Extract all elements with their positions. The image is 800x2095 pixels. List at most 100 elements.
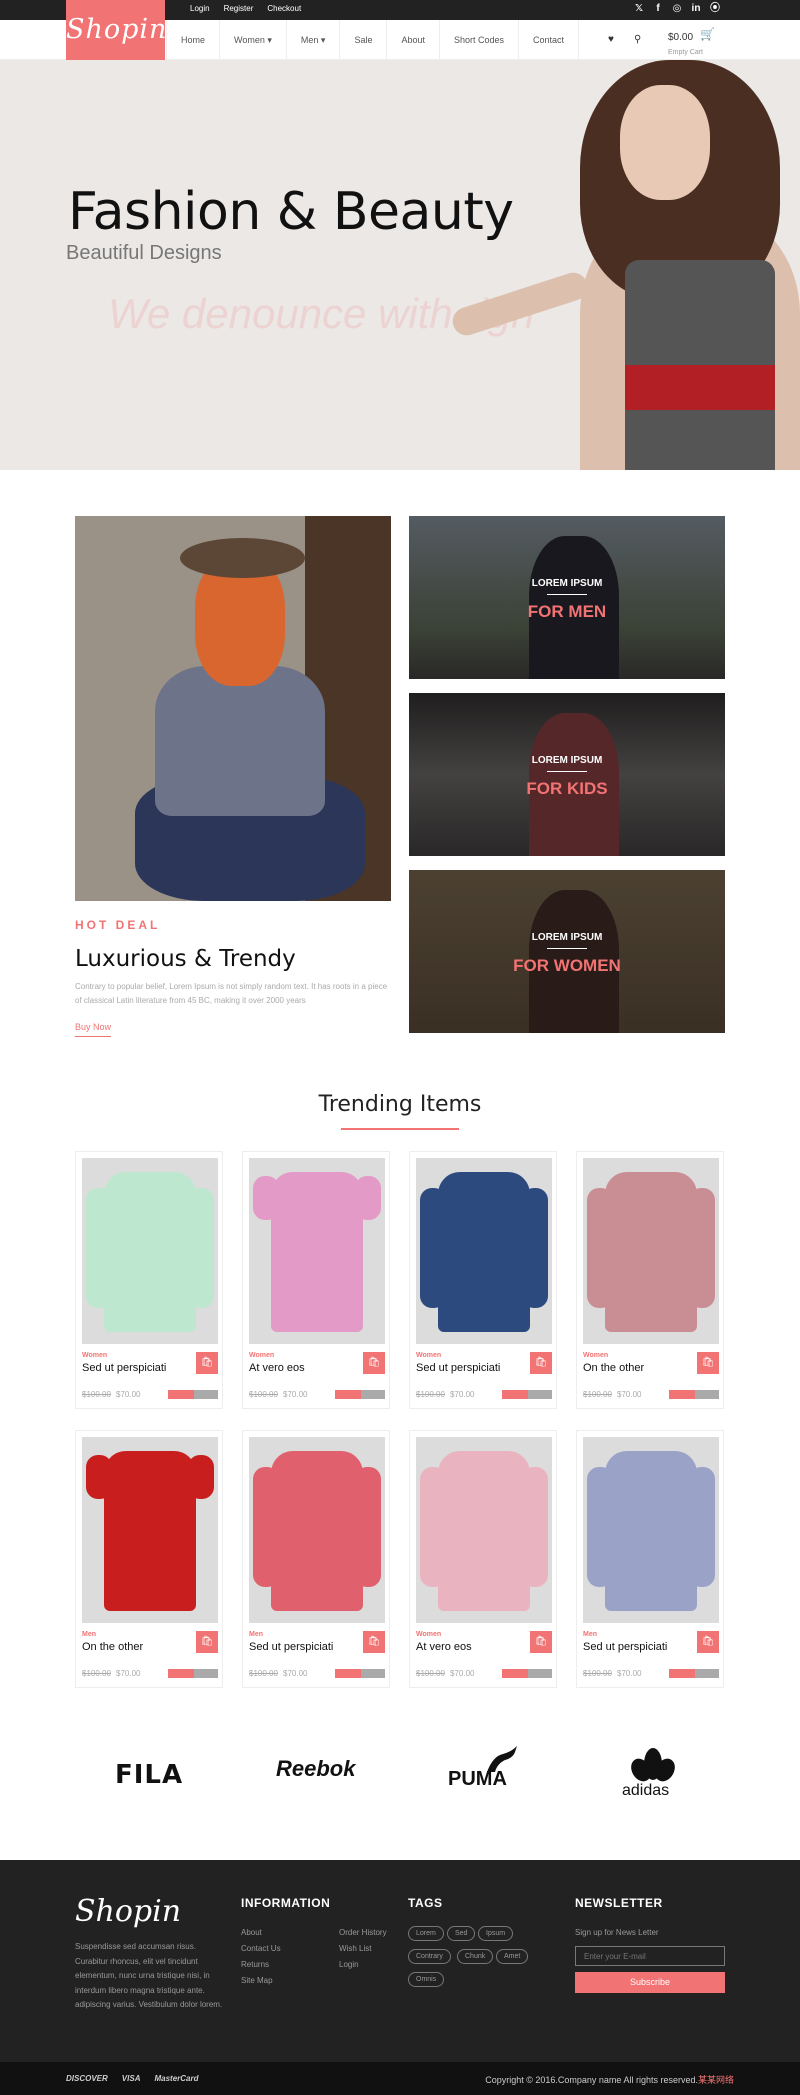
newsletter-email-input[interactable] <box>575 1946 725 1966</box>
product-name[interactable]: Sed ut perspiciati <box>416 1362 500 1374</box>
product-category: Men <box>82 1631 96 1638</box>
footer: Shopin Suspendisse sed accumsan risus. C… <box>0 1860 800 2062</box>
product-category: Men <box>249 1631 263 1638</box>
product-image[interactable] <box>416 1437 552 1623</box>
shopping-bag-icon: 🛍 <box>200 1357 214 1368</box>
add-to-cart-button[interactable]: 🛍 <box>363 1352 385 1374</box>
copyright-link[interactable]: 某某网络 <box>698 2075 734 2085</box>
cart[interactable]: $0.00 🛒 Empty Cart <box>668 27 715 56</box>
copyright: Copyright © 2016.Company name All rights… <box>485 2073 734 2086</box>
product-name[interactable]: On the other <box>82 1641 143 1653</box>
add-to-cart-button[interactable]: 🛍 <box>697 1352 719 1374</box>
account-links: Login Register Checkout <box>190 4 301 13</box>
product-image[interactable] <box>249 1437 385 1623</box>
product-card[interactable]: Men Sed ut perspiciati 🛍 $100.00 $70.00 <box>576 1430 724 1688</box>
search-icon[interactable]: ⚲ <box>634 34 641 45</box>
brand-logos: FILA Reebok PUMA adidas <box>0 1746 800 1806</box>
category-big-label: FOR MEN <box>527 602 607 621</box>
add-to-cart-button[interactable]: 🛍 <box>530 1352 552 1374</box>
menu-item-men[interactable]: Men ▾ <box>285 20 340 60</box>
product-name[interactable]: Sed ut perspiciati <box>249 1641 333 1653</box>
site-logo[interactable]: Shopin <box>66 0 166 60</box>
footer-logo[interactable]: Shopin <box>75 1894 181 1929</box>
footer-link-contact[interactable]: Contact Us <box>241 1944 281 1953</box>
footer-about: Suspendisse sed accumsan risus. Curabitu… <box>75 1942 223 2009</box>
product-image[interactable] <box>82 1437 218 1623</box>
footer-link-about[interactable]: About <box>241 1928 262 1937</box>
tag-amet[interactable]: Amet <box>496 1949 529 1964</box>
category-small-label: LOREM IPSUM <box>531 932 603 943</box>
dribbble-icon[interactable]: ◎ <box>672 3 682 15</box>
product-image[interactable] <box>82 1158 218 1344</box>
facebook-icon[interactable]: f <box>653 3 663 15</box>
product-image[interactable] <box>249 1158 385 1344</box>
discover-logo: DISCOVER <box>66 2074 108 2083</box>
rating-bar <box>502 1669 552 1678</box>
menu: Home Women ▾ Men ▾ Sale About Short Code… <box>166 20 580 60</box>
product-card[interactable]: Women At vero eos 🛍 $100.00 $70.00 <box>409 1430 557 1688</box>
product-name[interactable]: On the other <box>583 1362 644 1374</box>
cart-status[interactable]: Empty Cart <box>668 49 703 56</box>
menu-item-about[interactable]: About <box>386 20 439 60</box>
add-to-cart-button[interactable]: 🛍 <box>363 1631 385 1653</box>
product-name[interactable]: Sed ut perspiciati <box>583 1641 667 1653</box>
menu-item-short-codes[interactable]: Short Codes <box>439 20 518 60</box>
rating-bar <box>335 1390 385 1399</box>
tag-omnis[interactable]: Omnis <box>408 1972 445 1987</box>
buy-now-link[interactable]: Buy Now <box>75 1022 112 1037</box>
add-to-cart-button[interactable]: 🛍 <box>196 1631 218 1653</box>
add-to-cart-button[interactable]: 🛍 <box>196 1352 218 1374</box>
linkedin-icon[interactable]: in <box>691 3 701 15</box>
product-card[interactable]: Women At vero eos 🛍 $100.00 $70.00 <box>242 1151 390 1409</box>
product-image[interactable] <box>583 1437 719 1623</box>
add-to-cart-button[interactable]: 🛍 <box>697 1631 719 1653</box>
footer-link-sitemap[interactable]: Site Map <box>241 1976 273 1985</box>
tag-sed[interactable]: Sed <box>447 1926 476 1941</box>
product-name[interactable]: At vero eos <box>416 1641 472 1653</box>
product-name[interactable]: At vero eos <box>249 1362 305 1374</box>
cart-icon[interactable]: 🛒 <box>700 27 715 41</box>
brand-logo-reebok[interactable]: Reebok <box>276 1756 355 1782</box>
brand-logo-adidas[interactable]: adidas <box>622 1782 669 1800</box>
tag-contrary[interactable]: Contrary <box>408 1949 451 1964</box>
menu-item-contact[interactable]: Contact <box>518 20 580 60</box>
product-old-price: $100.00 <box>82 1390 111 1399</box>
subscribe-button[interactable]: Subscribe <box>575 1972 725 1993</box>
brand-logo-fila[interactable]: FILA <box>115 1760 183 1790</box>
product-name[interactable]: Sed ut perspiciati <box>82 1362 166 1374</box>
tag-lorem[interactable]: Lorem <box>408 1926 444 1941</box>
product-card[interactable]: Women Sed ut perspiciati 🛍 $100.00 $70.00 <box>409 1151 557 1409</box>
product-old-price: $100.00 <box>416 1669 445 1678</box>
menu-item-home[interactable]: Home <box>166 20 219 60</box>
menu-item-women[interactable]: Women ▾ <box>219 20 286 60</box>
product-image[interactable] <box>416 1158 552 1344</box>
category-banner-kids[interactable]: LOREM IPSUM FOR KIDS <box>409 693 725 856</box>
category-banner-women[interactable]: LOREM IPSUM FOR WOMEN <box>409 870 725 1033</box>
category-banner-men[interactable]: LOREM IPSUM FOR MEN <box>409 516 725 679</box>
rating-bar <box>168 1669 218 1678</box>
heart-icon[interactable]: ♥ <box>608 34 614 45</box>
hot-deal-image[interactable] <box>75 516 391 901</box>
product-old-price: $100.00 <box>249 1390 278 1399</box>
register-link[interactable]: Register <box>224 4 254 13</box>
login-link[interactable]: Login <box>190 4 210 13</box>
product-category: Women <box>416 1352 442 1359</box>
rating-bar <box>669 1669 719 1678</box>
menu-item-sale[interactable]: Sale <box>339 20 386 60</box>
product-card[interactable]: Men Sed ut perspiciati 🛍 $100.00 $70.00 <box>242 1430 390 1688</box>
footer-link-order-history[interactable]: Order History <box>339 1928 387 1937</box>
footer-link-returns[interactable]: Returns <box>241 1960 269 1969</box>
checkout-link[interactable]: Checkout <box>267 4 301 13</box>
twitter-icon[interactable]: 𝕏 <box>634 3 644 15</box>
newsletter-label: Sign up for News Letter <box>575 1928 659 1937</box>
product-card[interactable]: Women Sed ut perspiciati 🛍 $100.00 $70.00 <box>75 1151 223 1409</box>
product-card[interactable]: Men On the other 🛍 $100.00 $70.00 <box>75 1430 223 1688</box>
footer-link-login[interactable]: Login <box>339 1960 359 1969</box>
rss-icon[interactable]: ⦿ <box>710 3 720 15</box>
product-card[interactable]: Women On the other 🛍 $100.00 $70.00 <box>576 1151 724 1409</box>
footer-link-wish-list[interactable]: Wish List <box>339 1944 371 1953</box>
add-to-cart-button[interactable]: 🛍 <box>530 1631 552 1653</box>
product-image[interactable] <box>583 1158 719 1344</box>
tag-ipsum[interactable]: Ipsum <box>478 1926 514 1941</box>
tag-chunk[interactable]: Chunk <box>457 1949 494 1964</box>
